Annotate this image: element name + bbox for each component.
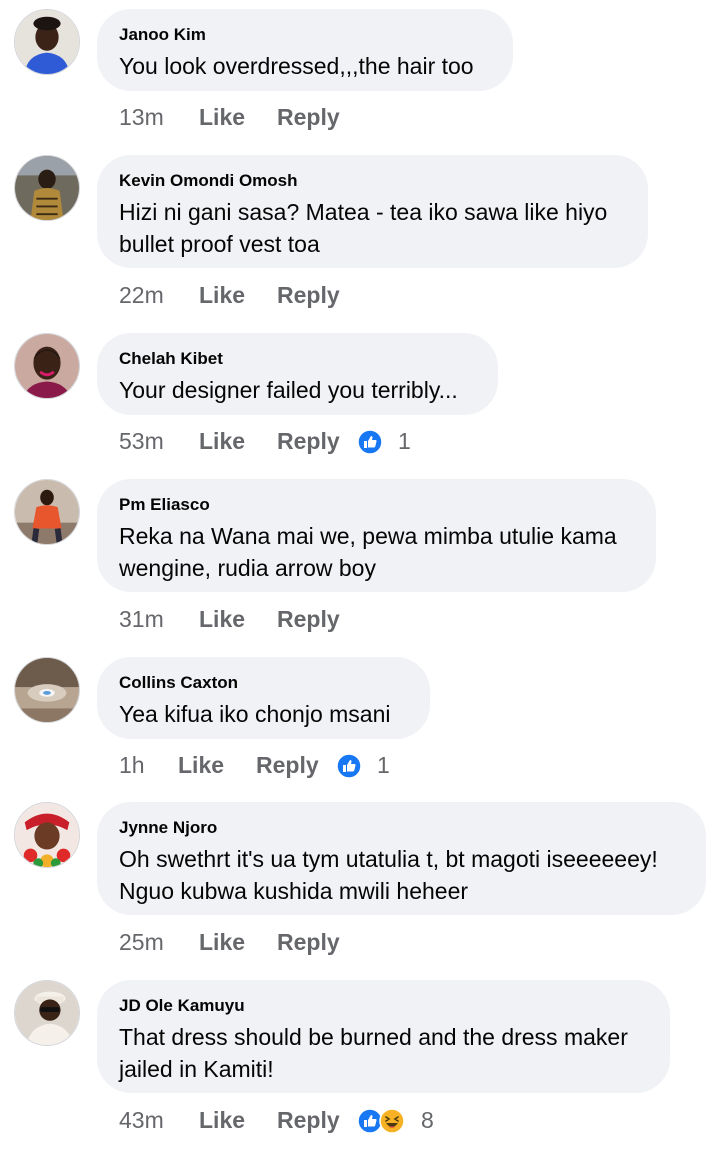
comment-timestamp[interactable]: 22m bbox=[119, 280, 164, 310]
avatar[interactable] bbox=[14, 479, 80, 545]
comment-bubble: Jynne Njoro Oh swethrt it's ua tym utatu… bbox=[97, 802, 706, 915]
like-reaction-icon bbox=[336, 753, 362, 779]
reaction-count: 8 bbox=[421, 1107, 434, 1133]
reaction-summary[interactable]: 1 bbox=[336, 750, 406, 780]
comment-author[interactable]: Jynne Njoro bbox=[119, 818, 684, 838]
profile-photo-icon bbox=[15, 10, 79, 74]
comment-text: That dress should be burned and the dres… bbox=[119, 1024, 628, 1082]
like-button[interactable]: Like bbox=[199, 426, 245, 456]
reaction-summary[interactable]: 8 bbox=[357, 1105, 447, 1135]
comment-timestamp[interactable]: 13m bbox=[119, 102, 164, 132]
reply-button[interactable]: Reply bbox=[277, 426, 340, 456]
haha-reaction-icon bbox=[379, 1108, 405, 1134]
reply-button[interactable]: Reply bbox=[256, 750, 319, 780]
like-button[interactable]: Like bbox=[199, 102, 245, 132]
comment-text: Hizi ni gani sasa? Matea - tea iko sawa … bbox=[119, 199, 608, 257]
reply-button[interactable]: Reply bbox=[277, 280, 340, 310]
comment-bubble: Chelah Kibet Your designer failed you te… bbox=[97, 333, 498, 415]
comment-author[interactable]: JD Ole Kamuyu bbox=[119, 996, 648, 1016]
reply-button[interactable]: Reply bbox=[277, 1105, 340, 1135]
comments-feed: Janoo Kim You look overdressed,,,the hai… bbox=[0, 0, 719, 1152]
comment-timestamp[interactable]: 1h bbox=[119, 750, 145, 780]
comment-bubble: Kevin Omondi Omosh Hizi ni gani sasa? Ma… bbox=[97, 155, 648, 268]
like-button[interactable]: Like bbox=[199, 927, 245, 957]
reply-button[interactable]: Reply bbox=[277, 604, 340, 634]
comment-author[interactable]: Chelah Kibet bbox=[119, 349, 476, 369]
comment-bubble: Janoo Kim You look overdressed,,,the hai… bbox=[97, 9, 513, 91]
comment-timestamp[interactable]: 43m bbox=[119, 1105, 164, 1135]
profile-photo-icon bbox=[15, 803, 79, 867]
comment-text: Oh swethrt it's ua tym utatulia t, bt ma… bbox=[119, 846, 658, 904]
profile-photo-icon bbox=[15, 658, 79, 722]
profile-photo-icon bbox=[15, 981, 79, 1045]
comment-text: Your designer failed you terribly... bbox=[119, 377, 458, 403]
like-button[interactable]: Like bbox=[199, 1105, 245, 1135]
like-reaction-icon bbox=[357, 429, 383, 455]
avatar[interactable] bbox=[14, 9, 80, 75]
comment-author[interactable]: Pm Eliasco bbox=[119, 495, 634, 515]
reaction-count: 1 bbox=[377, 752, 390, 778]
reaction-count: 1 bbox=[398, 428, 411, 454]
profile-photo-icon bbox=[15, 334, 79, 398]
comment-timestamp[interactable]: 25m bbox=[119, 927, 164, 957]
comment-author[interactable]: Collins Caxton bbox=[119, 673, 408, 693]
avatar[interactable] bbox=[14, 155, 80, 221]
comment-bubble: Collins Caxton Yea kifua iko chonjo msan… bbox=[97, 657, 430, 739]
comment-author[interactable]: Janoo Kim bbox=[119, 25, 491, 45]
profile-photo-icon bbox=[15, 156, 79, 220]
comment-text: You look overdressed,,,the hair too bbox=[119, 53, 474, 79]
like-button[interactable]: Like bbox=[199, 280, 245, 310]
reply-button[interactable]: Reply bbox=[277, 102, 340, 132]
reaction-summary[interactable]: 1 bbox=[357, 426, 427, 456]
comment-bubble: Pm Eliasco Reka na Wana mai we, pewa mim… bbox=[97, 479, 656, 592]
avatar[interactable] bbox=[14, 333, 80, 399]
comment-timestamp[interactable]: 53m bbox=[119, 426, 164, 456]
like-button[interactable]: Like bbox=[199, 604, 245, 634]
avatar[interactable] bbox=[14, 980, 80, 1046]
comment-timestamp[interactable]: 31m bbox=[119, 604, 164, 634]
profile-photo-icon bbox=[15, 480, 79, 544]
comment-author[interactable]: Kevin Omondi Omosh bbox=[119, 171, 626, 191]
reply-button[interactable]: Reply bbox=[277, 927, 340, 957]
like-button[interactable]: Like bbox=[178, 750, 224, 780]
comment-text: Yea kifua iko chonjo msani bbox=[119, 701, 391, 727]
avatar[interactable] bbox=[14, 657, 80, 723]
comment-bubble: JD Ole Kamuyu That dress should be burne… bbox=[97, 980, 670, 1093]
avatar[interactable] bbox=[14, 802, 80, 868]
comment-text: Reka na Wana mai we, pewa mimba utulie k… bbox=[119, 523, 617, 581]
